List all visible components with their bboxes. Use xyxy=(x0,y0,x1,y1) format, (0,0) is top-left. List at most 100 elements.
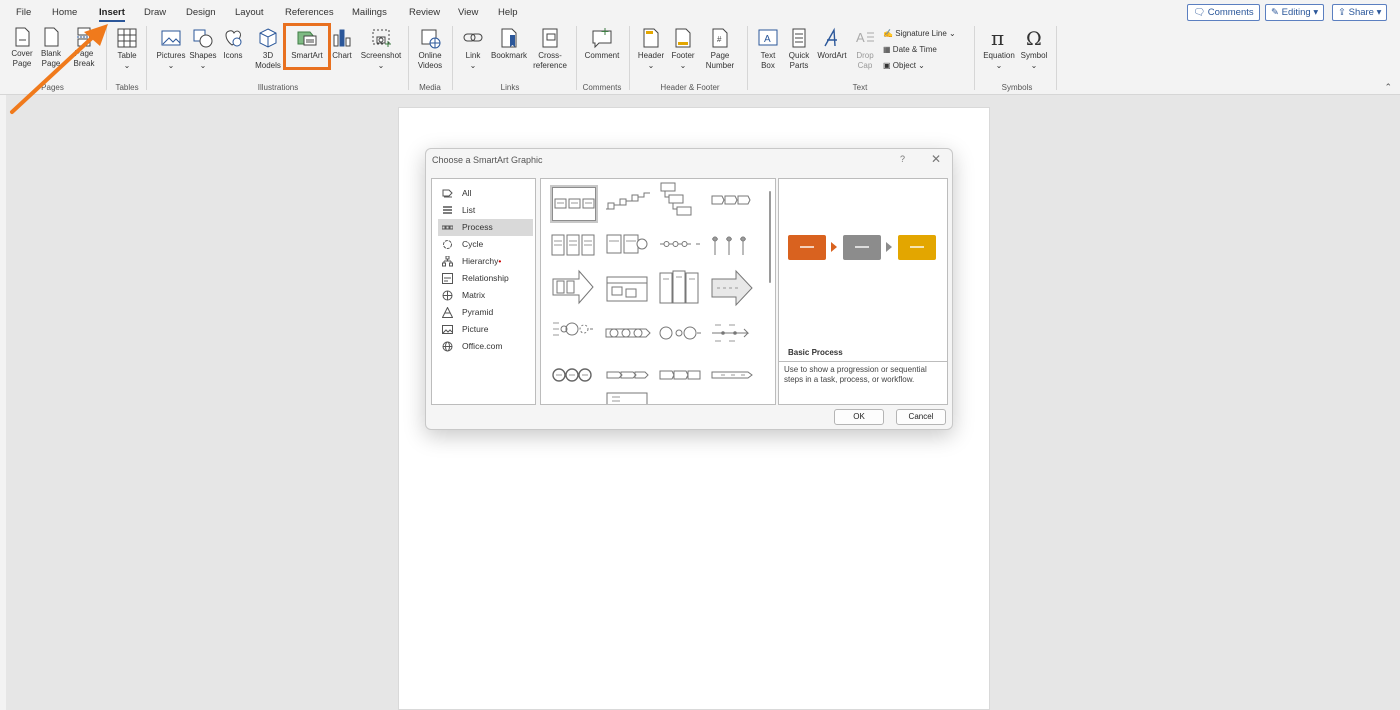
3d-models-button[interactable]: 3D Models xyxy=(250,27,286,71)
category-label: Hierarchy xyxy=(462,256,499,266)
page-number-button[interactable]: # Page Number xyxy=(700,27,740,71)
text-box-button[interactable]: A Text Box xyxy=(752,27,784,71)
tab-draw[interactable]: Draw xyxy=(144,7,166,18)
gallery-scrollbar[interactable] xyxy=(764,178,776,405)
link-button[interactable]: Link ⌄ xyxy=(458,27,488,71)
editing-button[interactable]: ✎ Editing ▾ xyxy=(1265,4,1325,21)
icons-button[interactable]: Icons xyxy=(220,27,246,61)
header-button[interactable]: Header ⌄ xyxy=(634,27,668,71)
layout-circle-arrow-process[interactable] xyxy=(604,315,652,353)
pencil-icon: ✎ xyxy=(1271,7,1279,18)
object-label: Object xyxy=(892,61,916,70)
category-list: All List Process Cycle Hierarchy• Relati… xyxy=(431,178,536,405)
tab-review[interactable]: Review xyxy=(409,7,440,18)
omega-icon: Ω xyxy=(1026,28,1042,49)
category-relationship[interactable]: Relationship xyxy=(438,270,533,287)
svg-text:#: # xyxy=(717,35,722,44)
ribbon-separator xyxy=(576,26,577,90)
category-cycle[interactable]: Cycle xyxy=(438,236,533,253)
layout-circle-process[interactable] xyxy=(550,315,598,353)
tab-references[interactable]: References xyxy=(285,7,334,18)
layout-process-arrows[interactable] xyxy=(550,267,598,305)
footer-button[interactable]: Footer ⌄ xyxy=(668,27,698,71)
category-list-item[interactable]: List xyxy=(438,202,533,219)
wordart-button[interactable]: WordArt xyxy=(814,27,850,61)
comment-button[interactable]: Comment xyxy=(580,27,624,61)
layout-continuous-block[interactable] xyxy=(604,271,652,309)
tab-design[interactable]: Design xyxy=(186,7,216,18)
ribbon-separator xyxy=(452,26,453,90)
equation-button[interactable]: π Equation ⌄ xyxy=(980,27,1018,71)
menu-bar: File Home Insert Draw Design Layout Refe… xyxy=(0,0,1400,24)
pictures-button[interactable]: Pictures ⌄ xyxy=(152,27,190,71)
category-process[interactable]: Process xyxy=(438,219,533,236)
layout-gear-process[interactable] xyxy=(657,315,705,353)
layout-ring-process[interactable] xyxy=(550,357,598,395)
chart-button[interactable]: Chart xyxy=(328,27,356,61)
layout-process-list-b[interactable] xyxy=(604,227,652,265)
bookmark-button[interactable]: Bookmark xyxy=(488,27,530,61)
layout-staggered-process[interactable] xyxy=(657,181,705,219)
circle-process-thumbnail xyxy=(553,322,593,336)
shapes-button[interactable]: Shapes ⌄ xyxy=(188,27,218,71)
descending-process-thumbnail xyxy=(712,236,746,255)
chevron-down-icon: ⌄ xyxy=(949,29,956,38)
help-button[interactable]: ? xyxy=(900,154,905,164)
category-office-com[interactable]: Office.com xyxy=(438,338,533,355)
category-matrix[interactable]: Matrix xyxy=(438,287,533,304)
close-button[interactable]: ✕ xyxy=(931,152,941,166)
signature-line-button[interactable]: ✍ Signature Line ⌄ xyxy=(883,29,956,38)
list-icon xyxy=(443,206,452,214)
layout-alternating-flow[interactable] xyxy=(657,227,705,265)
tab-help[interactable]: Help xyxy=(498,7,518,18)
online-videos-button[interactable]: Online Videos xyxy=(412,27,448,71)
date-time-button[interactable]: ▦ Date & Time xyxy=(883,45,937,54)
layout-basic-process[interactable] xyxy=(550,185,598,223)
layout-dot-arrow-process[interactable] xyxy=(709,315,757,353)
header-label: Header xyxy=(637,51,665,60)
layout-descending-process[interactable] xyxy=(709,227,757,265)
relationship-icon xyxy=(442,273,453,284)
icons-icon xyxy=(225,30,242,47)
smartart-dialog: Choose a SmartArt Graphic ? ✕ All List P… xyxy=(425,148,953,430)
tab-layout[interactable]: Layout xyxy=(235,7,264,18)
group-label-text: Text xyxy=(852,83,868,92)
layout-upward-arrow[interactable] xyxy=(709,267,757,307)
layout-arrow-ribbon[interactable] xyxy=(709,357,757,395)
screenshot-button[interactable]: Screenshot ⌄ xyxy=(358,27,404,71)
category-all[interactable]: All xyxy=(438,185,533,202)
layout-step-up-process[interactable] xyxy=(604,185,652,223)
category-picture[interactable]: Picture xyxy=(438,321,533,338)
cancel-button[interactable]: Cancel xyxy=(896,409,946,425)
layout-tab-process[interactable] xyxy=(657,357,705,395)
basic-process-preview xyxy=(788,235,936,260)
bookmark-label: Bookmark xyxy=(490,51,527,60)
closed-chevron-thumbnail xyxy=(711,195,751,205)
hierarchy-icon xyxy=(442,256,453,267)
tab-view[interactable]: View xyxy=(458,7,478,18)
ring-process-thumbnail xyxy=(552,368,592,382)
drop-cap-button[interactable]: A Drop Cap xyxy=(852,27,878,71)
share-button[interactable]: ⇪ Share ▾ xyxy=(1332,4,1388,21)
layout-cut-off-a[interactable] xyxy=(550,393,598,404)
tab-mailings[interactable]: Mailings xyxy=(352,7,387,18)
symbol-button[interactable]: Ω Symbol ⌄ xyxy=(1017,27,1051,71)
quick-parts-button[interactable]: Quick Parts xyxy=(784,27,814,71)
comment-label: Comment xyxy=(584,51,620,60)
layout-chevron-process[interactable] xyxy=(604,357,652,395)
collapse-ribbon-icon[interactable]: ⌃ xyxy=(1384,82,1392,93)
object-button[interactable]: ▣ Object ⌄ xyxy=(883,61,925,70)
scrollbar-thumb[interactable] xyxy=(769,191,771,283)
preview-arrow-1 xyxy=(831,242,837,252)
layout-pie-process[interactable] xyxy=(709,185,757,223)
pictures-label: Pictures xyxy=(156,51,186,60)
comments-button[interactable]: 🗨 Comments xyxy=(1187,4,1260,21)
category-label: Process xyxy=(462,222,493,232)
cross-reference-button[interactable]: Cross- reference xyxy=(530,27,570,71)
category-pyramid[interactable]: Pyramid xyxy=(438,304,533,321)
layout-chevron-list[interactable] xyxy=(657,267,705,305)
layout-cut-off-b[interactable] xyxy=(604,391,652,404)
category-hierarchy[interactable]: Hierarchy• xyxy=(438,253,533,270)
ok-button[interactable]: OK xyxy=(834,409,884,425)
layout-process-list-a[interactable] xyxy=(550,227,598,265)
